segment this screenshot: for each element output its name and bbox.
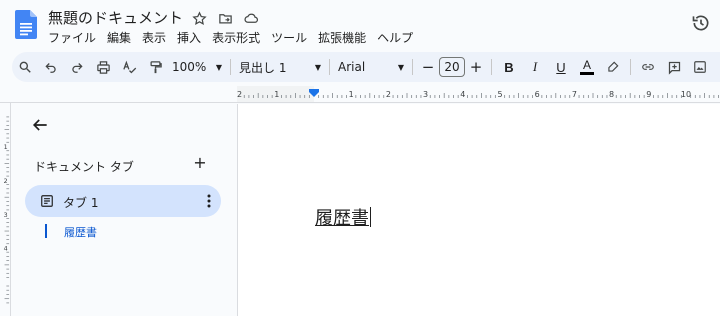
menu-insert[interactable]: 挿入 [177,29,212,46]
ruler-label: 2 [386,90,391,99]
ruler-label: 6 [535,90,540,99]
cloud-saved-icon[interactable] [242,9,260,27]
ruler-label: 5 [497,90,502,99]
heading-text: 履歴書 [315,208,369,229]
vertical-ruler-label: 4 [4,246,8,253]
document-title[interactable]: 無題のドキュメント [48,7,183,28]
toolbar-divider [412,59,413,75]
vertical-ruler-label: 2 [4,178,8,185]
increase-font-size-button[interactable]: + [465,55,487,79]
ruler-label: 7 [572,90,577,99]
ruler-area: 2 1 1 2 3 4 5 6 7 8 9 10 [0,86,720,103]
menu-tools[interactable]: ツール [271,29,318,46]
undo-icon[interactable] [38,55,64,79]
menu-bar: ファイル 編集 表示 挿入 表示形式 ツール 拡張機能 ヘルプ [48,29,424,46]
ruler-label: 1 [274,90,279,99]
toolbar-divider [491,59,492,75]
spellcheck-icon[interactable] [116,55,142,79]
google-docs-window: 無題のドキュメント ファイル 編集 表示 挿入 表示形式 ツール 拡張機能 ヘル… [0,0,720,316]
outline-active-bar [45,224,47,238]
docs-logo-icon[interactable] [15,10,37,39]
ruler-label: 2 [237,90,242,99]
font-value: Arial [338,60,366,74]
document-tabs-sidebar: ドキュメント タブ + タブ 1 履歴書 [12,103,236,316]
document-heading[interactable]: 履歴書 [315,204,371,230]
ruler-label: 10 [681,90,691,99]
highlight-color-icon[interactable] [600,55,626,79]
tab-item-selected[interactable]: タブ 1 [25,185,221,217]
zoom-select[interactable]: 100% ▼ [168,55,226,79]
ruler-label: 8 [609,90,614,99]
vertical-ruler-label: 1 [4,144,8,151]
ruler-label: 4 [460,90,465,99]
text-color-letter: A [582,58,591,72]
caret-down-icon: ▼ [215,62,222,72]
menu-format[interactable]: 表示形式 [212,29,271,46]
more-vert-icon[interactable] [205,193,213,209]
insert-link-icon[interactable] [635,55,661,79]
underline-button[interactable]: U [548,55,574,79]
decrease-font-size-button[interactable]: − [417,55,439,79]
ruler-label: 1 [349,90,354,99]
toolbar: 100% ▼ 見出し 1 ▼ Arial ▼ − 20 + B I U A [12,52,720,82]
version-history-icon[interactable] [691,13,711,33]
ruler-label: 3 [423,90,428,99]
toolbar-divider [230,59,231,75]
caret-down-icon: ▼ [314,62,321,72]
font-size-input[interactable]: 20 [439,57,465,77]
toolbar-divider [329,59,330,75]
menu-extensions[interactable]: 拡張機能 [318,29,377,46]
zoom-value: 100% [172,60,207,74]
print-icon[interactable] [90,55,116,79]
toolbar-divider [630,59,631,75]
document-tab-icon [41,195,53,207]
menu-file[interactable]: ファイル [48,29,107,46]
menu-view[interactable]: 表示 [142,29,177,46]
paragraph-style-value: 見出し 1 [239,60,287,75]
outline-heading-label: 履歴書 [64,226,97,239]
horizontal-ruler[interactable]: 2 1 1 2 3 4 5 6 7 8 9 10 [237,86,720,103]
font-select[interactable]: Arial ▼ [334,55,408,79]
title-actions [190,9,260,27]
document-page[interactable]: 履歴書 [237,104,720,316]
add-tab-button[interactable]: + [192,155,208,171]
caret-down-icon: ▼ [397,62,404,72]
text-color-button[interactable]: A [574,55,600,79]
paint-format-icon[interactable] [142,55,168,79]
text-cursor [370,207,371,227]
tab-label: タブ 1 [63,196,99,210]
title-bar: 無題のドキュメント ファイル 編集 表示 挿入 表示形式 ツール 拡張機能 ヘル… [0,0,720,50]
search-menus-icon[interactable] [12,55,38,79]
ruler-label: 9 [646,90,651,99]
insert-image-icon[interactable] [687,55,713,79]
star-icon[interactable] [190,9,208,27]
menu-help[interactable]: ヘルプ [377,29,424,46]
document-tabs-heading: ドキュメント タブ [34,160,134,174]
back-arrow-icon[interactable] [30,115,50,135]
add-comment-icon[interactable] [661,55,687,79]
redo-icon[interactable] [64,55,90,79]
italic-button[interactable]: I [522,55,548,79]
move-folder-icon[interactable] [216,9,234,27]
menu-edit[interactable]: 編集 [107,29,142,46]
vertical-ruler-label: 3 [4,212,8,219]
paragraph-style-select[interactable]: 見出し 1 ▼ [235,55,325,79]
text-color-swatch [580,72,594,75]
vertical-ruler[interactable]: 1 2 3 4 [0,103,11,316]
bold-button[interactable]: B [496,55,522,79]
